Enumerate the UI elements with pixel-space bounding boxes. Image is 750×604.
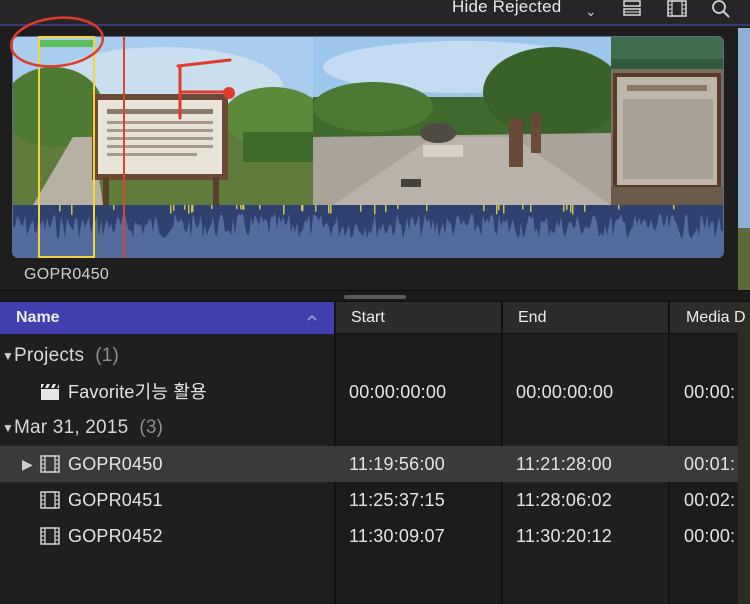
disclosure-triangle-open-icon[interactable]: ▼ [2, 410, 14, 446]
media-duration: 00:01: [684, 454, 736, 474]
filmstrip-clip-icon [40, 527, 60, 545]
column-header-end[interactable]: End [518, 302, 546, 334]
browser-toolbar: Hide Rejected ⌃ ⌄ [0, 0, 750, 26]
thumbnail-frame [611, 37, 723, 205]
updown-chevron-icon[interactable]: ⌃ ⌄ [585, 0, 597, 18]
audio-waveform [13, 205, 723, 257]
project-name: Favorite기능 활용 [68, 382, 207, 402]
clip-appearance-icon[interactable] [622, 0, 642, 18]
table-row[interactable]: GOPR0451 11:25:37:15 11:28:06:02 00:02: [0, 482, 738, 518]
table-row[interactable]: ▶ GOPR0450 11:19:56:00 11:21:28:00 00:01… [0, 446, 738, 482]
disclosure-triangle-closed-icon[interactable]: ▶ [22, 446, 33, 482]
start-timecode: 11:30:09:07 [349, 526, 445, 546]
divider-grip[interactable] [344, 295, 406, 299]
favorite-marker [40, 40, 93, 47]
clip-name-label: GOPR0450 [24, 266, 110, 283]
end-timecode: 11:30:20:12 [516, 526, 612, 546]
column-header-start[interactable]: Start [351, 302, 385, 334]
start-timecode: 11:19:56:00 [349, 454, 445, 474]
pane-divider[interactable] [0, 290, 750, 302]
clapperboard-icon [40, 383, 60, 401]
search-icon[interactable] [710, 0, 732, 18]
clip-name: GOPR0450 [68, 454, 163, 474]
end-timecode: 11:28:06:02 [516, 490, 612, 510]
clip-list: Name Start End Media D ▼ Projects (1) Fa… [0, 302, 746, 604]
group-label: Projects (1) [14, 345, 120, 366]
end-timecode: 00:00:00:00 [516, 382, 614, 402]
list-header: Name Start End Media D [0, 302, 746, 334]
filmstrip-clip-icon [40, 455, 60, 473]
end-timecode: 11:21:28:00 [516, 454, 612, 474]
clip-name: GOPR0452 [68, 526, 163, 546]
group-label: Mar 31, 2015 (3) [14, 417, 164, 438]
column-header-media-duration[interactable]: Media D [686, 302, 746, 334]
thumbnail-frame [313, 37, 611, 205]
table-row[interactable]: GOPR0452 11:30:09:07 11:30:20:12 00:00: [0, 518, 738, 554]
clip-thumbnails [13, 37, 723, 205]
group-row-projects[interactable]: ▼ Projects (1) [0, 338, 738, 374]
sort-ascending-icon[interactable] [306, 312, 318, 324]
list-item-project[interactable]: Favorite기능 활용 00:00:00:00 00:00:00:00 00… [0, 374, 738, 410]
media-duration: 00:00: [684, 526, 736, 546]
start-timecode: 00:00:00:00 [349, 382, 447, 402]
start-timecode: 11:25:37:15 [349, 490, 445, 510]
filmstrip-icon[interactable] [666, 0, 688, 18]
skimmer-playhead[interactable] [123, 36, 125, 258]
media-duration: 00:02: [684, 490, 736, 510]
column-header-name-label: Name [16, 309, 60, 326]
clip-name: GOPR0451 [68, 490, 163, 510]
media-duration: 00:00: [684, 382, 736, 402]
range-selection[interactable] [38, 36, 95, 258]
hide-rejected-menu[interactable]: Hide Rejected [452, 0, 561, 17]
filmstrip-clip-icon [40, 491, 60, 509]
group-row-date[interactable]: ▼ Mar 31, 2015 (3) [0, 410, 738, 446]
column-header-name[interactable]: Name [0, 302, 334, 334]
clip-filmstrip[interactable] [12, 36, 724, 258]
disclosure-triangle-open-icon[interactable]: ▼ [2, 338, 14, 374]
